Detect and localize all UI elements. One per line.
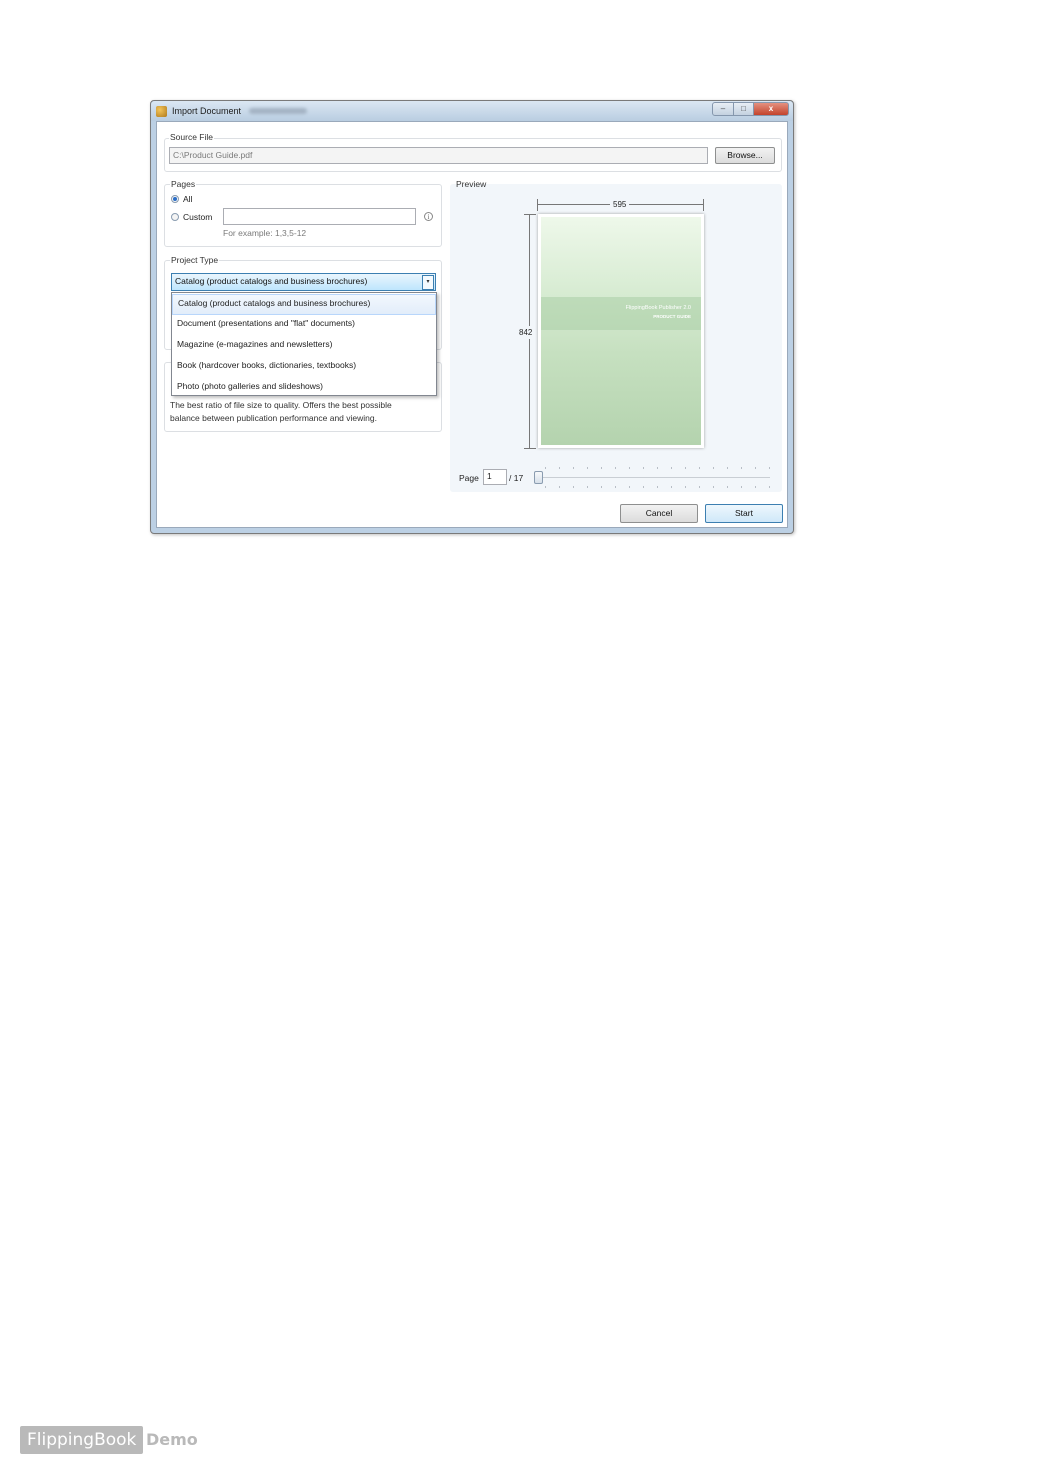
blurred-title-suffix [249,108,307,114]
custom-pages-input[interactable] [223,208,416,225]
height-dimension-tick-bottom [524,448,536,449]
import-document-dialog: Import Document – □ x Source File C:\Pro… [150,100,794,534]
slider-tick [671,467,672,469]
dropdown-option[interactable]: Book (hardcover books, dictionaries, tex… [172,357,436,378]
cancel-button[interactable]: Cancel [620,504,698,523]
page-slider-track[interactable] [534,477,770,478]
slider-tick [615,467,616,469]
demo-label: Demo [146,1430,198,1449]
slider-tick [573,467,574,469]
slider-tick [755,467,756,469]
dropdown-option[interactable]: Photo (photo galleries and slideshows) [172,378,436,399]
window-title: Import Document [172,106,242,116]
slider-tick [741,486,742,488]
custom-pages-radio[interactable] [171,213,179,221]
slider-tick [615,486,616,488]
source-file-title: Source File [169,132,214,142]
dropdown-option[interactable]: Document (presentations and "flat" docum… [172,315,436,336]
slider-tick [769,467,770,469]
slider-tick [741,467,742,469]
flippingbook-badge: FlippingBook [20,1426,144,1454]
slider-tick [587,467,588,469]
height-dimension-tick-top [524,214,536,215]
page-thumbnail: FlippingBook Publisher 2.0 PRODUCT GUIDE [538,214,704,448]
slider-tick [685,467,686,469]
app-icon [156,106,167,117]
page-slider-thumb[interactable] [534,471,543,484]
page-total: / 17 [509,473,524,483]
project-type-title: Project Type [170,255,220,265]
pages-format-hint: For example: 1,3,5-12 [223,228,307,238]
width-value: 595 [610,200,630,209]
height-value: 842 [519,326,533,339]
quality-description-line2: balance between publication performance … [170,413,377,423]
pages-title: Pages [170,179,197,189]
dialog-client-area: Source File C:\Product Guide.pdf Browse.… [156,121,788,528]
slider-tick [699,467,700,469]
quality-description-line1: The best ratio of file size to quality. … [170,400,392,410]
slider-tick [559,486,560,488]
width-dimension-tick-right [703,199,704,211]
chevron-down-icon[interactable]: ▾ [422,275,434,290]
slider-tick [587,486,588,488]
slider-tick [685,486,686,488]
custom-pages-label: Custom [183,212,213,222]
slider-tick [545,467,546,469]
info-icon[interactable]: i [424,212,433,221]
slider-tick [643,467,644,469]
page-number-input[interactable]: 1 [483,469,507,485]
all-pages-radio[interactable] [171,195,179,203]
slider-tick [629,486,630,488]
slider-tick [713,467,714,469]
start-button[interactable]: Start [705,504,783,523]
slider-tick [727,486,728,488]
slider-tick [755,486,756,488]
dropdown-option[interactable]: Magazine (e-magazines and newsletters) [172,336,436,357]
browse-button[interactable]: Browse... [715,147,775,164]
page-label: Page [459,473,479,483]
slider-tick [657,467,658,469]
slider-tick [713,486,714,488]
dropdown-option[interactable]: Catalog (product catalogs and business b… [172,294,436,315]
slider-tick [629,467,630,469]
title-bar[interactable]: Import Document – □ x [151,101,793,121]
close-button[interactable]: x [753,102,789,116]
slider-tick [573,486,574,488]
all-pages-label: All [183,194,193,204]
slider-tick [769,486,770,488]
slider-tick [671,486,672,488]
cover-product-text: PRODUCT GUIDE [653,314,691,319]
project-type-selected: Catalog (product catalogs and business b… [175,276,368,286]
slider-tick [643,486,644,488]
cover-band: FlippingBook Publisher 2.0 PRODUCT GUIDE [541,297,701,330]
cover-brand-text: FlippingBook Publisher 2.0 [625,305,691,311]
slider-tick [727,467,728,469]
width-dimension-tick-left [537,199,538,211]
project-type-dropdown: Catalog (product catalogs and business b… [171,292,437,396]
maximize-button[interactable]: □ [733,102,754,116]
minimize-button[interactable]: – [712,102,734,116]
preview-title: Preview [456,179,487,189]
slider-tick [545,486,546,488]
slider-tick [559,467,560,469]
source-file-path-field[interactable]: C:\Product Guide.pdf [169,147,708,164]
slider-tick [601,467,602,469]
slider-tick [657,486,658,488]
project-type-combobox[interactable]: Catalog (product catalogs and business b… [171,273,436,291]
slider-tick [699,486,700,488]
slider-tick [601,486,602,488]
